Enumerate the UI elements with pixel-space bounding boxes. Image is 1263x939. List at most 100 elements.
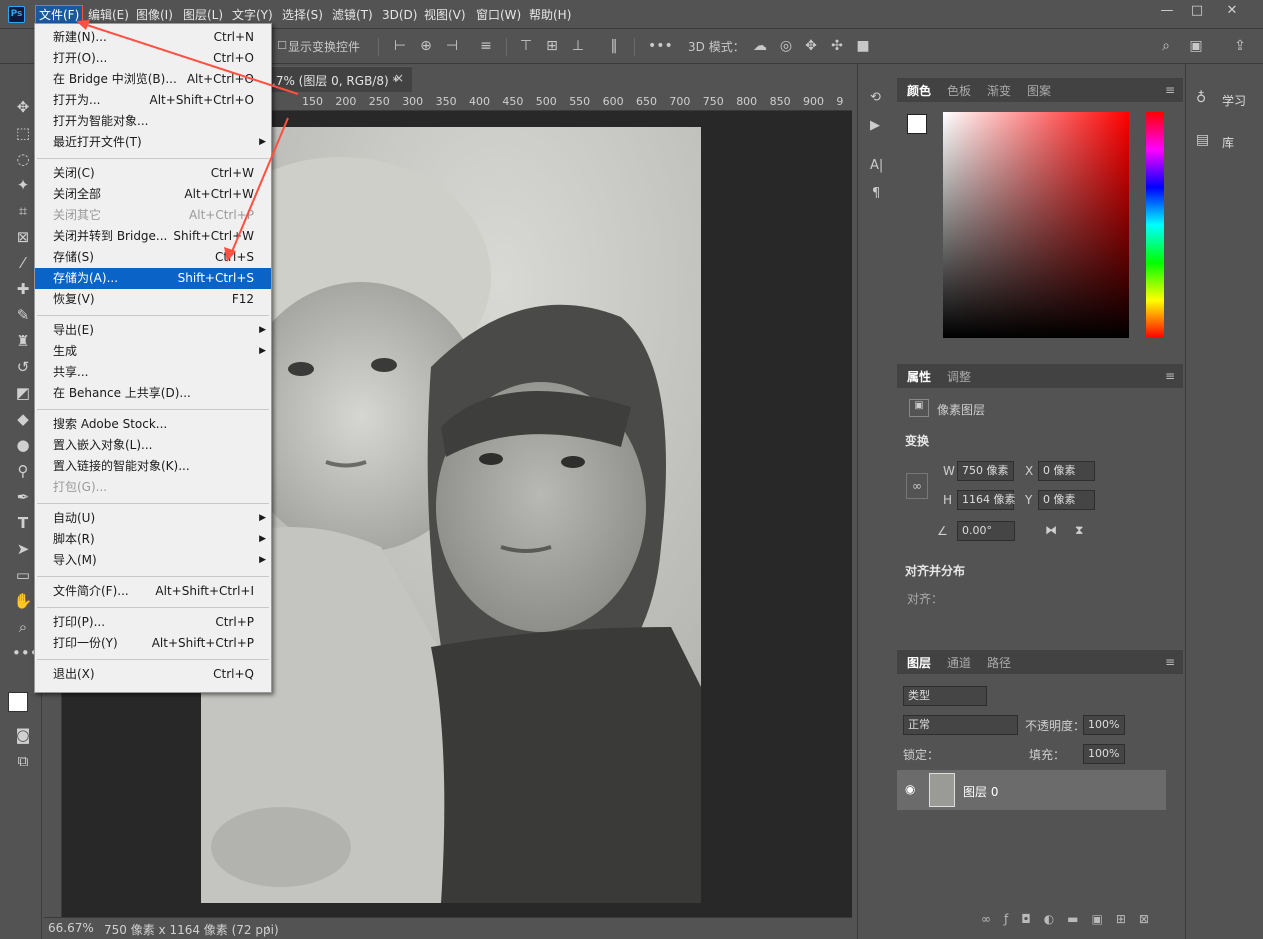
marquee-tool-icon[interactable]: ⬚ [12,122,34,144]
file-menu-item[interactable]: 置入嵌入对象(L)... [35,435,271,456]
paragraph-panel-icon[interactable]: ¶ [872,186,880,201]
menu-view[interactable]: 视图(V) [424,6,466,24]
link-icon[interactable]: ∞ [906,473,928,499]
history-brush-tool-icon[interactable]: ↺ [12,356,34,378]
menu-select[interactable]: 选择(S) [282,6,323,24]
menu-type[interactable]: 文字(Y) [232,6,273,24]
eyedropper-tool-icon[interactable]: ⁄ [12,252,34,274]
tab-gradients[interactable]: 渐变 [987,82,1011,99]
panel-menu-icon[interactable]: ≡ [1165,655,1175,669]
color-picker-field[interactable] [943,112,1129,338]
lasso-tool-icon[interactable]: ◌ [12,148,34,170]
close-tab-icon[interactable]: × [394,71,404,85]
tab-layers[interactable]: 图层 [907,654,931,671]
file-menu-item[interactable]: 最近打开文件(T) ▶ [35,132,271,153]
brush-tool-icon[interactable]: ✎ [12,304,34,326]
dodge-tool-icon[interactable]: ⚲ [12,460,34,482]
panel-menu-icon[interactable]: ≡ [1165,83,1175,97]
history-panel-icon[interactable]: ⟲ [870,90,881,105]
hue-slider[interactable] [1146,112,1164,338]
angle-field[interactable]: 0.00° [957,521,1015,541]
file-menu-item[interactable]: 生成 ▶ [35,341,271,362]
stamp-tool-icon[interactable]: ♜ [12,330,34,352]
align-top-icon[interactable]: ⊤ [516,36,536,56]
file-menu-item[interactable]: 新建(N)... Ctrl+N [35,27,271,48]
x-field[interactable]: 0 像素 [1038,461,1095,481]
share-icon[interactable]: ⇪ [1230,36,1250,56]
width-field[interactable]: 750 像素 [957,461,1014,481]
file-menu-item[interactable]: 存储为(A)... Shift+Ctrl+S [35,268,271,289]
align-bottom-icon[interactable]: ⊥ [568,36,588,56]
file-menu-item[interactable]: 关闭全部 Alt+Ctrl+W [35,184,271,205]
screen-mode-icon[interactable]: ⧉ [12,750,34,772]
learn-panel-label[interactable]: 学习 [1222,92,1246,109]
layer-actions-bar[interactable]: ∞ƒ◘◐▬▣⊞⊠ [981,912,1162,926]
eye-visibility-icon[interactable]: ◉ [905,782,915,796]
menu-file[interactable]: 文件(F) [34,5,84,25]
eraser-tool-icon[interactable]: ◩ [12,382,34,404]
3d-orbit-icon[interactable]: ☁ [750,36,770,56]
tab-channels[interactable]: 通道 [947,654,971,671]
file-menu-item[interactable]: 打开为智能对象... [35,111,271,132]
library-panel-label[interactable]: 库 [1222,134,1234,151]
menu-filter[interactable]: 滤镜(T) [332,6,373,24]
y-field[interactable]: 0 像素 [1038,490,1095,510]
file-menu-item[interactable]: 打印(P)... Ctrl+P [35,612,271,633]
menu-help[interactable]: 帮助(H) [529,6,571,24]
crop-tool-icon[interactable]: ⌗ [12,200,34,222]
align-vcenter-icon[interactable]: ⊞ [542,36,562,56]
3d-roll-icon[interactable]: ◎ [776,36,796,56]
opacity-field[interactable]: 100% [1083,715,1125,735]
zoom-tool-icon[interactable]: ⌕ [12,616,34,638]
3d-camera-icon[interactable]: ■ [853,36,873,56]
file-menu-item[interactable]: 脚本(R) ▶ [35,529,271,550]
foreground-color-swatch[interactable] [8,692,28,712]
file-menu-item[interactable]: 共享... [35,362,271,383]
file-menu-item[interactable]: 打印一份(Y) Alt+Shift+Ctrl+P [35,633,271,654]
paint-bucket-tool-icon[interactable]: ◆ [12,408,34,430]
tab-paths[interactable]: 路径 [987,654,1011,671]
quick-mask-icon[interactable]: ◙ [12,724,34,746]
file-menu-item[interactable]: 关闭(C) Ctrl+W [35,163,271,184]
path-select-tool-icon[interactable]: ➤ [12,538,34,560]
menu-3d[interactable]: 3D(D) [382,6,417,24]
minimize-button[interactable]: — [1153,0,1181,22]
align-left-icon[interactable]: ⊢ [390,36,410,56]
menu-image[interactable]: 图像(I) [136,6,173,24]
3d-slide-icon[interactable]: ✣ [827,36,847,56]
height-field[interactable]: 1164 像素 [957,490,1016,510]
file-menu-item[interactable]: 在 Bridge 中浏览(B)... Alt+Ctrl+O [35,69,271,90]
file-menu-item[interactable]: 自动(U) ▶ [35,508,271,529]
menu-layer[interactable]: 图层(L) [183,6,223,24]
healing-tool-icon[interactable]: ✚ [12,278,34,300]
tab-properties[interactable]: 属性 [907,368,931,385]
file-menu-item[interactable]: 存储(S) Ctrl+S [35,247,271,268]
magic-wand-tool-icon[interactable]: ✦ [12,174,34,196]
tab-color[interactable]: 颜色 [907,82,931,99]
distribute-icon[interactable]: ≡ [476,36,496,56]
color-fg-swatch[interactable] [907,114,927,134]
file-menu-item[interactable]: 在 Behance 上共享(D)... [35,383,271,404]
workspace-icon[interactable]: ▣ [1186,36,1206,56]
status-chevron-icon[interactable]: › [266,921,271,935]
tab-swatches[interactable]: 色板 [947,82,971,99]
zoom-level[interactable]: 66.67% [48,921,94,935]
distribute-v-icon[interactable]: ‖ [604,36,624,56]
edit-toolbar-icon[interactable]: ••• [12,642,39,664]
3d-pan-icon[interactable]: ✥ [801,36,821,56]
move-tool-icon[interactable]: ✥ [12,96,34,118]
document-image[interactable] [201,127,701,903]
hand-tool-icon[interactable]: ✋ [12,590,34,612]
frame-tool-icon[interactable]: ⊠ [12,226,34,248]
flip-vertical-icon[interactable]: ⧗ [1075,523,1083,538]
type-tool-icon[interactable]: T [12,512,34,534]
file-menu-item[interactable]: 搜索 Adobe Stock... [35,414,271,435]
align-right-icon[interactable]: ⊣ [442,36,462,56]
file-menu-item[interactable]: 打开为... Alt+Shift+Ctrl+O [35,90,271,111]
flip-horizontal-icon[interactable]: ⧓ [1045,523,1057,537]
layer-filter-select[interactable]: 类型 [903,686,987,706]
close-window-button[interactable]: ✕ [1218,0,1246,22]
blend-mode-select[interactable]: 正常 [903,715,1018,735]
menu-edit[interactable]: 编辑(E) [88,6,129,24]
layer-row[interactable]: ◉ 图层 0 [897,770,1166,810]
